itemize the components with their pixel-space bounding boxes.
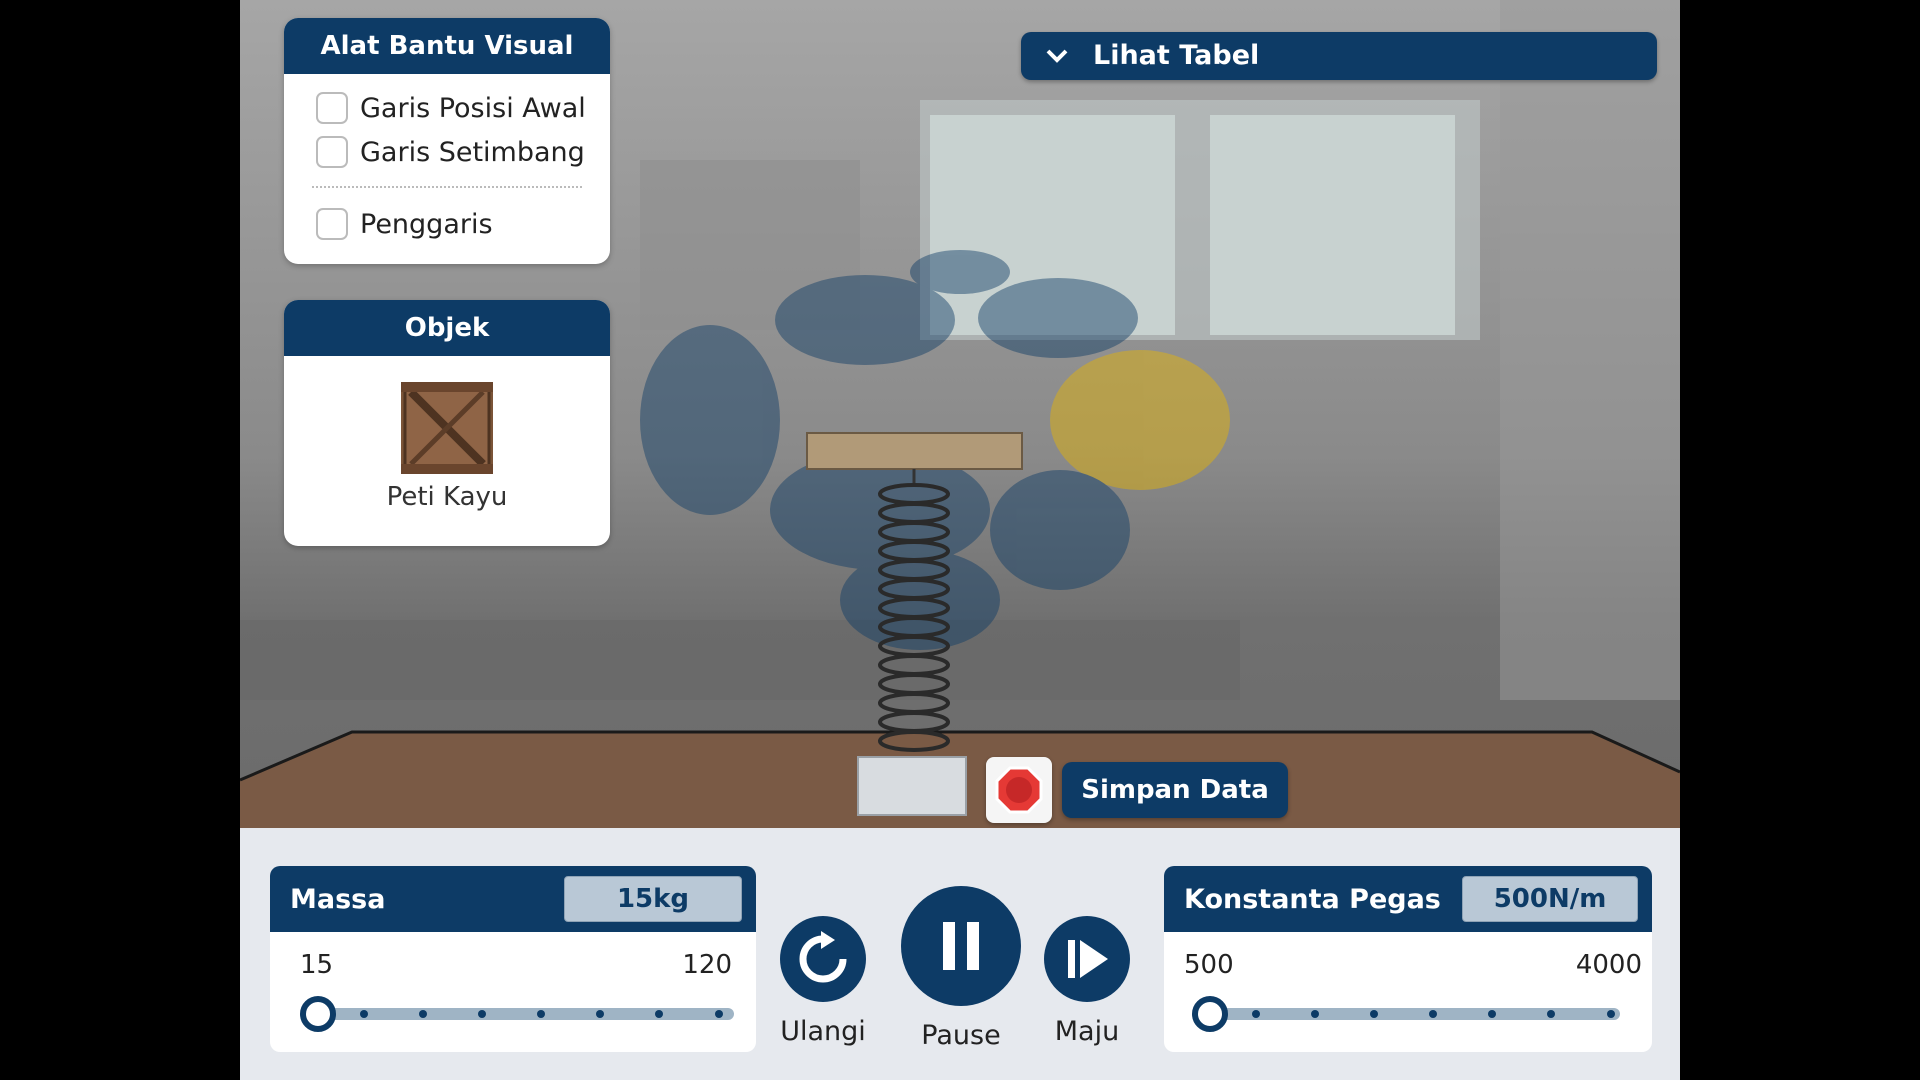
spring-constant-header: Konstanta Pegas 500N/m (1164, 866, 1652, 932)
mass-card: Massa 15kg 15 120 (270, 866, 756, 1052)
spring (878, 483, 950, 752)
view-table-toggle[interactable]: Lihat Tabel (1021, 32, 1657, 80)
initial-position-line-label: Garis Posisi Awal (360, 92, 586, 124)
spring-constant-slider-thumb[interactable] (1192, 996, 1228, 1032)
slider-tick (1429, 1010, 1437, 1018)
mass-slider[interactable] (300, 996, 734, 1032)
slider-tick (1607, 1010, 1615, 1018)
spring-constant-max: 4000 (1575, 950, 1642, 980)
slider-tick (655, 1010, 663, 1018)
mass-max: 120 (682, 950, 732, 980)
slider-tick (596, 1010, 604, 1018)
objects-panel: Objek Peti Kayu (284, 300, 610, 546)
divider (312, 186, 582, 188)
visual-aids-panel: Alat Bantu Visual Garis Posisi Awal Gari… (284, 18, 610, 264)
equilibrium-line-checkbox[interactable] (316, 136, 348, 168)
mass-label: Massa (290, 883, 386, 915)
slider-tick (1311, 1010, 1319, 1018)
mass-value: 15kg (564, 876, 742, 922)
pause-icon[interactable] (901, 886, 1021, 1006)
step-forward-button[interactable]: Maju (1044, 916, 1130, 1047)
spring-constant-slider-track[interactable] (1204, 1008, 1620, 1020)
slider-tick (478, 1010, 486, 1018)
mass-slider-track[interactable] (312, 1008, 734, 1020)
view-table-label: Lihat Tabel (1093, 40, 1260, 71)
equilibrium-line-label: Garis Setimbang (360, 136, 585, 168)
objects-title: Objek (284, 300, 610, 356)
mass-range: 15 120 (270, 932, 756, 984)
slider-tick (1488, 1010, 1496, 1018)
slider-tick (360, 1010, 368, 1018)
pause-button[interactable]: Pause (900, 886, 1022, 1051)
step-forward-label: Maju (1054, 1016, 1120, 1047)
spring-constant-range: 500 4000 (1164, 932, 1652, 984)
stop-button[interactable] (986, 757, 1052, 823)
mass-min: 15 (300, 950, 334, 980)
stop-icon (995, 766, 1043, 814)
slider-tick (715, 1010, 723, 1018)
slider-tick (1370, 1010, 1378, 1018)
platform-board (806, 432, 1023, 470)
option-initial-position-line[interactable]: Garis Posisi Awal (284, 86, 610, 130)
ruler-checkbox[interactable] (316, 208, 348, 240)
save-data-button[interactable]: Simpan Data (1062, 762, 1288, 818)
reset-icon[interactable] (780, 916, 866, 1002)
step-forward-icon[interactable] (1044, 916, 1130, 1002)
object-label: Peti Kayu (386, 482, 508, 512)
control-bar: Massa 15kg 15 120 Ulangi Pause Maju Kons… (240, 828, 1680, 1080)
mass-header: Massa 15kg (270, 866, 756, 932)
spring-constant-min: 500 (1184, 950, 1234, 980)
object-item-wooden-crate[interactable]: Peti Kayu (284, 356, 610, 512)
spring-constant-value: 500N/m (1462, 876, 1638, 922)
slider-tick (1547, 1010, 1555, 1018)
initial-position-line-checkbox[interactable] (316, 92, 348, 124)
reset-label: Ulangi (780, 1016, 866, 1047)
lab-scene: Alat Bantu Visual Garis Posisi Awal Gari… (240, 0, 1680, 828)
slider-tick (1252, 1010, 1260, 1018)
chevron-down-icon (1045, 48, 1069, 64)
option-ruler[interactable]: Penggaris (284, 202, 610, 246)
slider-tick (537, 1010, 545, 1018)
spring-constant-card: Konstanta Pegas 500N/m 500 4000 (1164, 866, 1652, 1052)
wooden-crate-icon[interactable] (401, 382, 493, 474)
reset-button[interactable]: Ulangi (776, 916, 870, 1047)
ruler-label: Penggaris (360, 208, 493, 240)
pause-label: Pause (921, 1020, 1001, 1051)
spring-base (857, 756, 967, 816)
simulation-stage: Alat Bantu Visual Garis Posisi Awal Gari… (240, 0, 1680, 1080)
mass-slider-thumb[interactable] (300, 996, 336, 1032)
slider-tick (419, 1010, 427, 1018)
visual-aids-title: Alat Bantu Visual (284, 18, 610, 74)
spring-constant-label: Konstanta Pegas (1184, 883, 1441, 915)
spring-constant-slider[interactable] (1192, 996, 1620, 1032)
option-equilibrium-line[interactable]: Garis Setimbang (284, 130, 610, 174)
